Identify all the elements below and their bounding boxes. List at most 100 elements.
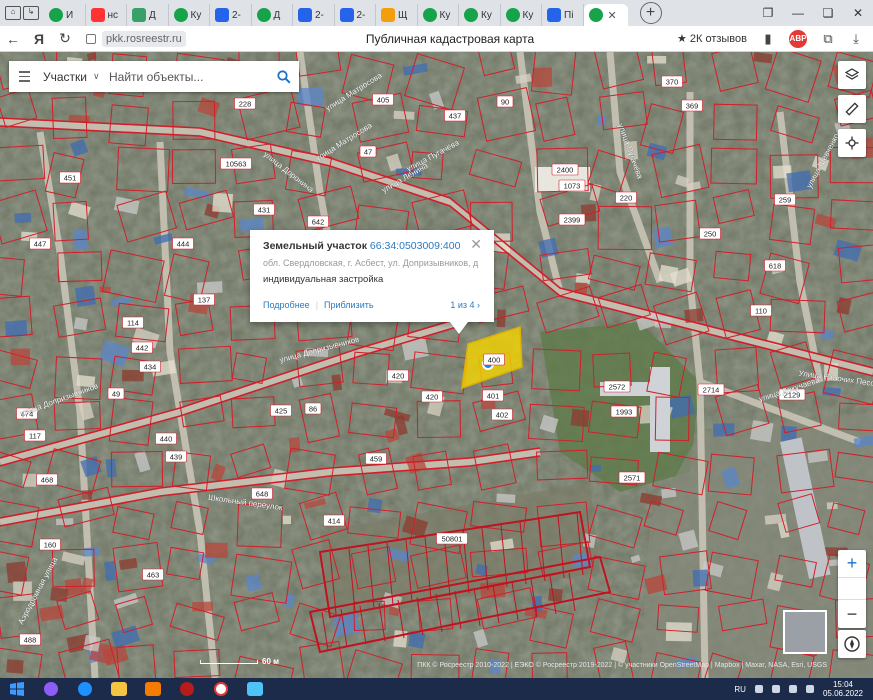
parcel-label[interactable]: 50801 [436,532,468,545]
parcel-label[interactable]: 648 [251,487,273,500]
parcel-label[interactable]: 1073 [558,179,586,192]
tray-app-icon[interactable] [805,685,814,693]
browser-tab[interactable]: Д [127,4,169,26]
parcel-label[interactable]: 439 [165,450,187,463]
parcel-label[interactable]: 402 [491,408,513,421]
new-tab-button[interactable]: + [639,2,662,24]
zoom-slider[interactable] [838,578,866,600]
bookmark-panel-icon[interactable]: ↳ [23,6,39,20]
search-input[interactable] [107,61,269,92]
compass-button[interactable] [838,630,866,658]
browser-tab[interactable]: Щ [376,4,418,26]
parcel-label[interactable]: 369 [681,99,703,112]
taskbar-yandex-browser-icon[interactable] [204,678,238,700]
parcel-label[interactable]: 459 [365,452,387,465]
parcel-label[interactable]: 110 [750,304,772,317]
parcel-label[interactable]: 49 [107,387,125,400]
tray-clock[interactable]: 15:04 05.06.2022 [823,680,863,698]
extensions-icon[interactable]: ⧉ [821,31,835,47]
parcel-label[interactable]: 2571 [618,471,646,484]
parcel-label[interactable]: 220 [615,191,637,204]
tray-battery-icon[interactable] [788,685,797,693]
object-type-select[interactable]: Участки [39,70,93,84]
parcel-label[interactable]: 420 [421,390,443,403]
parcel-label[interactable]: 463 [142,568,164,581]
cadastral-map[interactable]: 228 405 437 90 370 369 10563 47 2400 1073 250 618 23… [0,52,873,678]
tray-volume-icon[interactable] [771,685,780,693]
parcel-label[interactable]: 10563 [220,157,252,170]
browser-tab-active[interactable]: ✕ [583,4,628,26]
zoom-to-link[interactable]: Приблизить [324,300,374,310]
search-button[interactable] [269,61,299,92]
taskbar-ie-icon[interactable] [68,678,102,700]
yandex-home-icon[interactable]: Я [26,31,52,47]
measure-button[interactable] [838,95,866,123]
layers-button[interactable] [838,61,866,89]
parcel-label[interactable]: 137 [193,293,215,306]
adblock-icon[interactable]: ABP [789,29,807,48]
parcel-label[interactable]: 90 [496,95,514,108]
parcel-label[interactable]: 400 [483,353,505,366]
parcel-label[interactable]: 425 [270,404,292,417]
window-close-icon[interactable]: ✕ [843,0,873,26]
language-indicator[interactable]: RU [734,685,746,694]
window-maximize-icon[interactable]: ❏ [813,0,843,26]
tab-manager-icon[interactable]: ⌂ [5,6,21,20]
parcel-label[interactable]: 2400 [551,163,579,176]
parcel-label[interactable]: 440 [155,432,177,445]
parcel-label[interactable]: 160 [39,538,61,551]
parcel-label[interactable]: 259 [774,193,796,206]
browser-tab[interactable]: Ку [459,4,501,26]
parcel-label[interactable]: 618 [764,259,786,272]
browser-tab[interactable]: Пі [542,4,584,26]
download-icon[interactable]: ⤓ [849,31,863,47]
tab-close-icon[interactable]: ✕ [608,9,617,22]
zoom-in-button[interactable]: + [838,550,866,578]
parcel-label[interactable]: 405 [372,93,394,106]
parcel-label[interactable]: 86 [304,402,322,415]
browser-tab[interactable]: Ку [169,4,210,26]
parcel-label[interactable]: 642 [307,215,329,228]
parcel-label[interactable]: 2572 [603,380,631,393]
browser-tab[interactable]: нс [86,4,127,26]
map-canvas[interactable]: 228 405 437 90 370 369 10563 47 2400 1073 250 618 23… [0,52,873,678]
window-restore-icon[interactable]: ❐ [753,0,783,26]
start-button[interactable] [0,682,34,696]
browser-tab[interactable]: И [44,4,86,26]
parcel-label[interactable]: 451 [59,171,81,184]
taskbar-paint-icon[interactable] [238,678,272,700]
parcel-label[interactable]: 442 [131,341,153,354]
parcel-label[interactable]: 117 [24,429,46,442]
popup-pager[interactable]: 1 из 4 › [450,300,480,310]
browser-tab[interactable]: 2- [335,4,376,26]
parcel-label[interactable]: 488 [19,633,41,646]
browser-tab[interactable]: Ку [501,4,542,26]
bookmark-icon[interactable]: ▮ [761,31,775,47]
parcel-label[interactable]: 414 [323,514,345,527]
parcel-label[interactable]: 401 [482,389,504,402]
basemap-switcher[interactable] [783,610,827,654]
locate-button[interactable] [838,129,866,157]
browser-tab[interactable]: Ку [418,4,459,26]
parcel-label[interactable]: 2399 [558,213,586,226]
parcel-label[interactable]: 420 [387,369,409,382]
parcel-label[interactable]: 444 [172,237,194,250]
taskbar-alice-icon[interactable] [34,678,68,700]
parcel-label[interactable]: 437 [444,109,466,122]
taskbar-media-icon[interactable] [136,678,170,700]
taskbar-app-icon[interactable] [170,678,204,700]
reviews-button[interactable]: ★ 2К отзывов [677,32,747,45]
parcel-label[interactable]: 2714 [697,383,725,396]
cadastral-number-link[interactable]: 66:34:0503009:400 [370,240,461,252]
browser-tab[interactable]: 2- [293,4,335,26]
menu-icon[interactable] [9,71,39,82]
parcel-label[interactable]: 114 [122,316,144,329]
details-link[interactable]: Подробнее [263,300,310,310]
tray-network-icon[interactable] [754,685,763,693]
parcel-label[interactable]: 434 [139,360,161,373]
parcel-label[interactable]: 1993 [610,405,638,418]
parcel-label[interactable]: 431 [253,203,275,216]
window-minimize-icon[interactable]: — [783,0,813,26]
parcel-label[interactable]: 468 [36,473,58,486]
reload-icon[interactable]: ↻ [52,30,78,47]
